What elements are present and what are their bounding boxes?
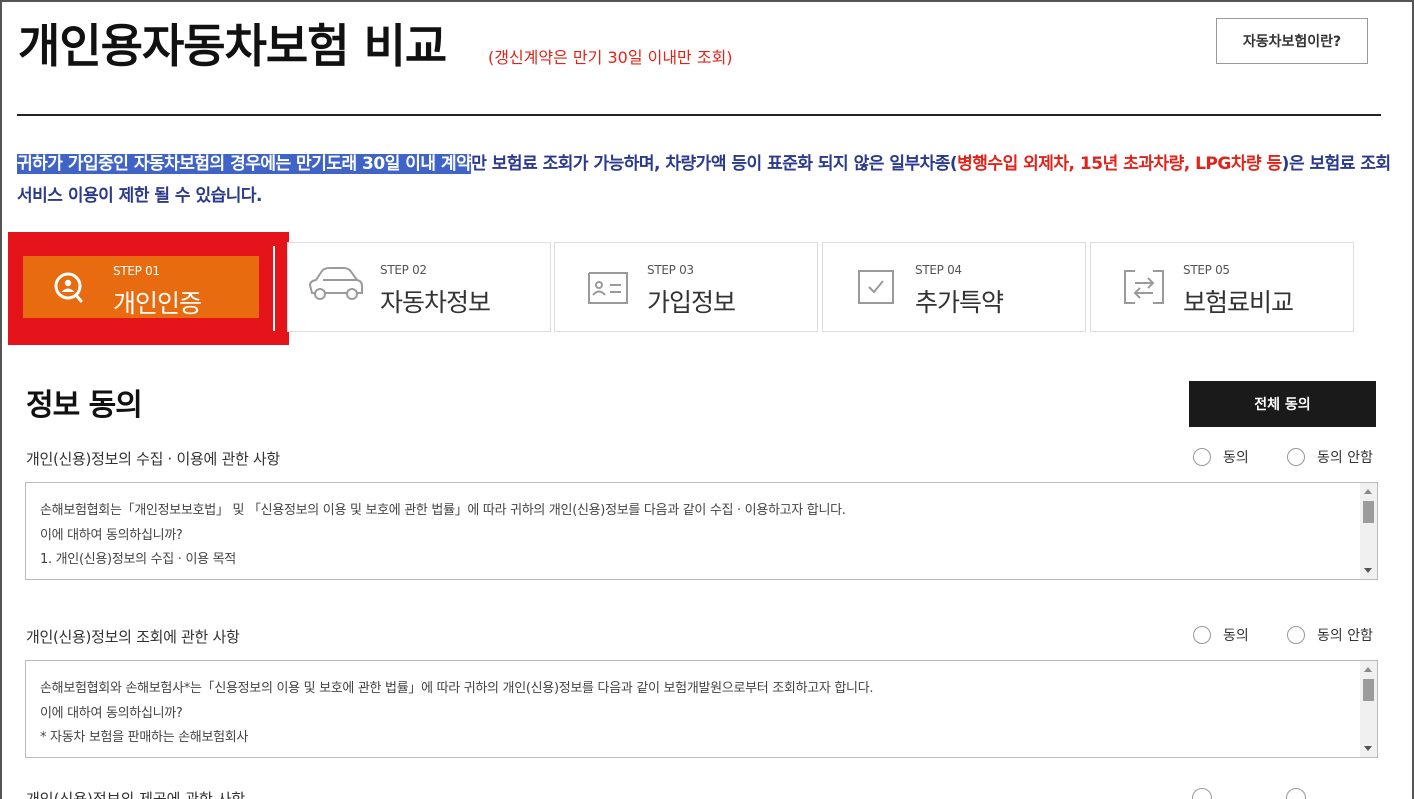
radio-circle	[1287, 448, 1305, 466]
textbox-scrollbar[interactable]	[1360, 483, 1377, 579]
step-05-premium-compare[interactable]: STEP 05 보험료비교	[1090, 242, 1354, 332]
scroll-thumb[interactable]	[1363, 679, 1374, 701]
checkbox-icon	[858, 270, 894, 304]
consent-text-line: * 자동차 보험을 판매하는 손해보험회사	[40, 730, 249, 745]
step-number: STEP 03	[647, 263, 694, 277]
about-car-insurance-button[interactable]: 자동차보험이란?	[1216, 18, 1368, 64]
step-name: 개인인증	[113, 289, 202, 318]
consent-provision-disagree-radio[interactable]	[1286, 788, 1306, 799]
notice-restricted-vehicles: 병행수입 외제차, 15년 초과차량, LPG차량 등	[957, 154, 1282, 174]
consent-item-provision-row: 개인(신용)정보의 제공에 관한 사항	[26, 788, 1386, 799]
scroll-up-arrow-icon[interactable]	[1364, 489, 1372, 494]
textbox-scrollbar[interactable]	[1360, 661, 1377, 757]
page-subtitle: (갱신계약은 만기 30일 이내만 조회)	[488, 48, 733, 67]
step-name: 보험료비교	[1183, 288, 1294, 317]
consent-text-line: 손해보험협회와 손해보험사*는「신용정보의 이용 및 보호에 관한 법률」에 따…	[40, 681, 874, 696]
step-number: STEP 05	[1183, 263, 1230, 277]
consent-provision-agree-radio[interactable]	[1192, 788, 1212, 799]
step-name: 가입정보	[647, 288, 736, 317]
radio-label: 동의 안함	[1317, 628, 1373, 644]
id-card-icon	[588, 272, 628, 304]
step-number: STEP 01	[113, 264, 160, 278]
consent-item-collection-label: 개인(신용)정보의 수집 · 이용에 관한 사항	[26, 450, 280, 468]
step-name: 자동차정보	[380, 288, 491, 317]
scroll-down-arrow-icon[interactable]	[1364, 746, 1372, 751]
step-name: 추가특약	[915, 288, 1004, 317]
step-number: STEP 02	[380, 263, 427, 277]
notice-highlighted: 귀하가 가입중인 자동차보험의 경우에는 만기도래 30일 이내 계약	[17, 154, 472, 174]
search-person-icon	[54, 272, 83, 303]
radio-label: 동의	[1223, 628, 1249, 644]
compare-arrows-icon	[1124, 270, 1164, 304]
consent-item-provision-label: 개인(신용)정보의 제공에 관한 사항	[26, 790, 246, 799]
scroll-up-arrow-icon[interactable]	[1364, 667, 1372, 672]
step-01-personal-auth[interactable]: STEP 01 개인인증	[9, 242, 273, 332]
radio-label: 동의	[1223, 450, 1249, 466]
page-title: 개인용자동차보험 비교	[18, 19, 447, 73]
consent-collection-disagree-radio[interactable]: 동의 안함	[1287, 447, 1373, 467]
consent-section-title: 정보 동의	[26, 388, 143, 423]
consent-text-line: 손해보험협회는「개인정보보호법」 및 「신용정보의 이용 및 보호에 관한 법률…	[40, 503, 846, 518]
agree-all-button[interactable]: 전체 동의	[1189, 381, 1376, 427]
radio-circle	[1193, 448, 1211, 466]
title-divider	[17, 114, 1381, 116]
radio-circle	[1287, 626, 1305, 644]
notice-text: 귀하가 가입중인 자동차보험의 경우에는 만기도래 30일 이내 계약만 보험료…	[17, 148, 1397, 212]
consent-inquiry-disagree-radio[interactable]: 동의 안함	[1287, 625, 1373, 645]
consent-text-line: 이에 대하여 동의하십니까?	[40, 705, 183, 721]
consent-collection-agree-radio[interactable]: 동의	[1193, 447, 1249, 467]
consent-inquiry-agree-radio[interactable]: 동의	[1193, 625, 1249, 645]
scroll-thumb[interactable]	[1363, 501, 1374, 523]
consent-text-line: 1. 개인(신용)정보의 수집 · 이용 목적	[40, 552, 236, 567]
scroll-down-arrow-icon[interactable]	[1364, 568, 1372, 573]
notice-part-1: 만 보험료 조회가 가능하며, 차량가액 등이 표준화 되지 않은 일부차종(	[471, 154, 958, 174]
radio-circle	[1193, 626, 1211, 644]
consent-text-line: 이에 대하여 동의하십니까?	[40, 527, 183, 543]
step-number: STEP 04	[915, 263, 962, 277]
consent-collection-textbox[interactable]: 손해보험협회는「개인정보보호법」 및 「신용정보의 이용 및 보호에 관한 법률…	[25, 482, 1378, 580]
consent-inquiry-textbox[interactable]: 손해보험협회와 손해보험사*는「신용정보의 이용 및 보호에 관한 법률」에 따…	[25, 660, 1378, 758]
car-icon	[308, 267, 363, 300]
step-02-car-info[interactable]: STEP 02 자동차정보	[287, 242, 551, 332]
step-04-additional-riders[interactable]: STEP 04 추가특약	[822, 242, 1086, 332]
step-03-subscription-info[interactable]: STEP 03 가입정보	[554, 242, 818, 332]
consent-item-inquiry-label: 개인(신용)정보의 조회에 관한 사항	[26, 628, 240, 646]
radio-label: 동의 안함	[1317, 450, 1373, 466]
